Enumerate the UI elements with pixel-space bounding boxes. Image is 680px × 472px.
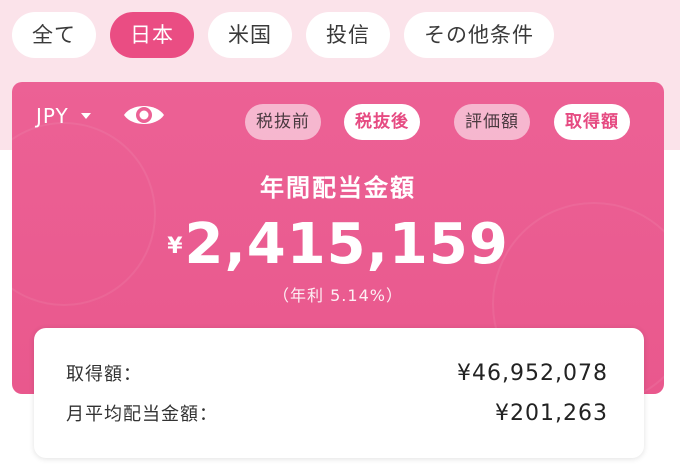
annual-yield: （年利 5.14%）	[273, 286, 403, 305]
tab-japan[interactable]: 日本	[110, 12, 194, 58]
tax-after-toggle[interactable]: 税抜後	[344, 104, 420, 140]
market-filter-tabs: 全て 日本 米国 投信 その他条件	[12, 12, 554, 58]
eye-icon[interactable]	[122, 100, 166, 130]
acquisition-value: ¥46,952,078	[457, 360, 608, 386]
monthly-dividend-row: 月平均配当金額： ¥201,263	[66, 400, 608, 426]
currency-label: JPY	[36, 104, 69, 128]
monthly-dividend-value: ¥201,263	[495, 400, 608, 426]
annual-dividend-amount: ¥2,415,159	[12, 212, 664, 277]
tab-us[interactable]: 米国	[208, 12, 292, 58]
summary-panel: 取得額： ¥46,952,078 月平均配当金額： ¥201,263	[34, 328, 644, 458]
valuation-amount-toggle[interactable]: 評価額	[454, 104, 530, 140]
chevron-down-icon	[80, 113, 91, 119]
monthly-dividend-label: 月平均配当金額：	[66, 404, 218, 425]
tax-before-toggle[interactable]: 税抜前	[245, 104, 321, 140]
currency-symbol: ¥	[167, 234, 183, 259]
acquisition-row: 取得額： ¥46,952,078	[66, 360, 608, 386]
acquisition-amount-toggle[interactable]: 取得額	[554, 104, 630, 140]
amount-value: 2,415,159	[184, 212, 509, 277]
tab-other-conditions[interactable]: その他条件	[404, 12, 554, 58]
card-title: 年間配当金額	[260, 174, 416, 202]
tab-funds[interactable]: 投信	[306, 12, 390, 58]
tab-all[interactable]: 全て	[12, 12, 96, 58]
currency-selector[interactable]: JPY	[36, 104, 91, 128]
acquisition-label: 取得額：	[66, 364, 142, 385]
